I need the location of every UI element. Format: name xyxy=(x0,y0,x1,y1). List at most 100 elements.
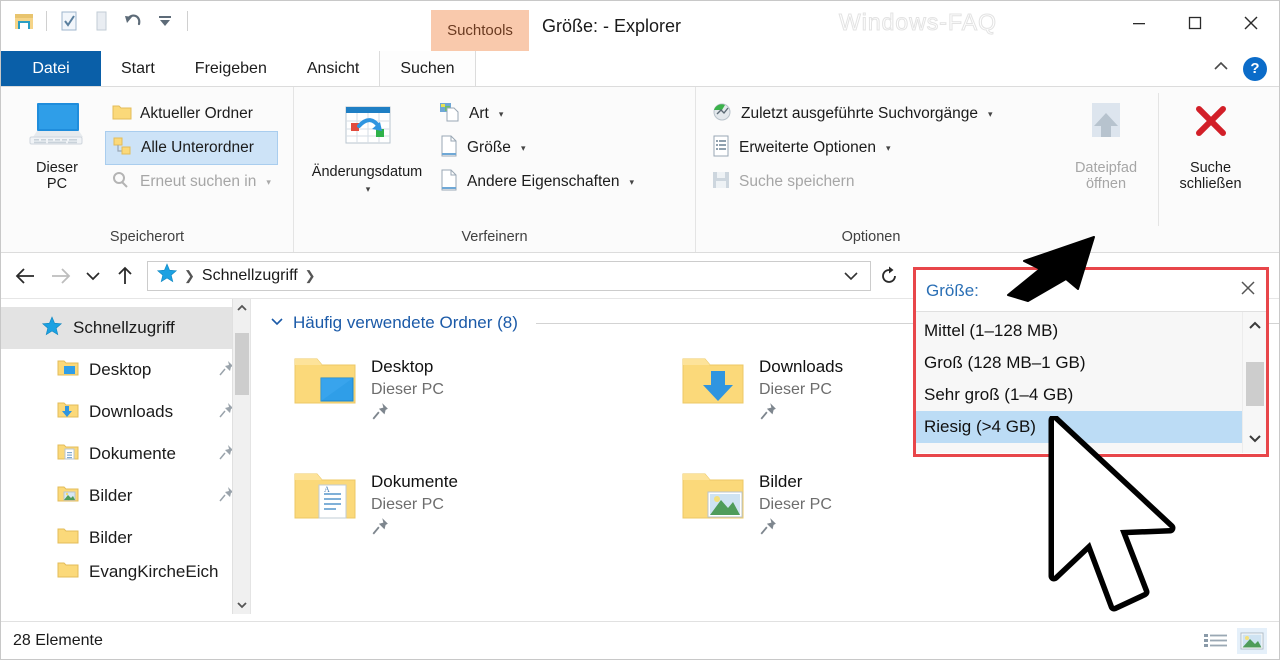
search-again-icon xyxy=(112,171,132,194)
erneut-suchen-in-button[interactable]: Erneut suchen in ▾ xyxy=(105,165,278,199)
breadcrumb-separator-0[interactable]: ❯ xyxy=(182,268,197,284)
aktueller-ordner-button[interactable]: Aktueller Ordner xyxy=(105,97,278,131)
tab-ansicht[interactable]: Ansicht xyxy=(287,51,379,86)
size-option-gross[interactable]: Groß (128 MB–1 GB) xyxy=(916,347,1242,379)
groesse-button[interactable]: Größe ▾ xyxy=(432,131,641,165)
sidebar-item-label: Bilder xyxy=(89,486,133,505)
size-option-label: Groß (128 MB–1 GB) xyxy=(924,353,1086,372)
scroll-down-icon[interactable] xyxy=(233,596,250,614)
scroll-down-icon[interactable] xyxy=(1243,425,1266,451)
zuletzt-ausgefuehrte-suchvorgaenge-button[interactable]: Zuletzt ausgeführte Suchvorgänge ▾ xyxy=(704,97,1054,131)
aenderungsdatum-button[interactable]: Änderungsdatum ▾ xyxy=(302,93,432,226)
sidebar-item-evangkircheeich[interactable]: EvangKircheEich xyxy=(1,559,250,585)
tab-suchen[interactable]: Suchen xyxy=(379,51,476,86)
quick-access-star-icon xyxy=(152,262,182,289)
properties-icon[interactable] xyxy=(56,8,82,34)
chevron-down-icon: ▾ xyxy=(886,142,891,153)
new-folder-icon[interactable] xyxy=(88,8,114,34)
zuletzt-ausgefuehrte-suchvorgaenge-label: Zuletzt ausgeführte Suchvorgänge xyxy=(741,105,978,122)
collapse-ribbon-icon[interactable] xyxy=(1211,59,1231,78)
scrollbar-thumb[interactable] xyxy=(235,333,249,395)
search-input[interactable]: Größe: xyxy=(916,270,1266,312)
sidebar-item-bilder[interactable]: Bilder xyxy=(1,475,250,517)
suche-schliessen-label-line1: Suche xyxy=(1189,159,1232,176)
breadcrumb-separator-1[interactable]: ❯ xyxy=(303,268,318,284)
up-button[interactable] xyxy=(107,259,143,293)
large-icons-view-icon[interactable] xyxy=(1237,627,1267,654)
tab-freigeben[interactable]: Freigeben xyxy=(175,51,287,86)
status-bar: 28 Elemente xyxy=(1,621,1279,659)
documents-folder-icon: A xyxy=(291,466,359,528)
help-label: ? xyxy=(1250,60,1260,77)
maximize-button[interactable] xyxy=(1167,1,1223,45)
sidebar-item-label: Downloads xyxy=(89,402,174,421)
alle-unterordner-button[interactable]: Alle Unterordner xyxy=(105,131,278,165)
ribbon-group-title-optionen: Optionen xyxy=(841,229,901,245)
minimize-button[interactable] xyxy=(1111,1,1167,45)
refresh-button[interactable] xyxy=(871,259,907,293)
pin-icon[interactable] xyxy=(371,517,458,540)
recent-locations-button[interactable] xyxy=(79,259,107,293)
size-option-sehr-gross[interactable]: Sehr groß (1–4 GB) xyxy=(916,379,1242,411)
close-icon[interactable] xyxy=(1240,280,1256,301)
scroll-up-icon[interactable] xyxy=(1243,312,1266,338)
downloads-folder-icon xyxy=(679,351,747,413)
size-option-riesig[interactable]: Riesig (>4 GB) xyxy=(916,411,1242,443)
pin-icon[interactable] xyxy=(371,402,444,425)
close-button[interactable] xyxy=(1223,1,1279,45)
desktop-folder-icon xyxy=(57,358,79,383)
tab-start[interactable]: Start xyxy=(101,51,175,86)
address-dropdown-icon[interactable] xyxy=(836,270,866,282)
erweiterte-optionen-label: Erweiterte Optionen xyxy=(739,139,876,156)
tab-datei[interactable]: Datei xyxy=(1,51,101,86)
pin-icon[interactable] xyxy=(759,517,832,540)
ribbon-group-verfeinern: Änderungsdatum ▾ Art ▾ Größe ▾ Andere Ei… xyxy=(293,87,695,252)
size-option-mittel[interactable]: Mittel (1–128 MB) xyxy=(916,315,1242,347)
erneut-suchen-in-label: Erneut suchen in xyxy=(140,173,257,190)
tile-desktop[interactable]: Desktop Dieser PC xyxy=(269,339,657,454)
tile-dokumente[interactable]: A Dokumente Dieser PC xyxy=(269,454,657,569)
art-button[interactable]: Art ▾ xyxy=(432,97,641,131)
folder-icon xyxy=(57,526,79,551)
help-icon[interactable]: ? xyxy=(1243,56,1267,81)
subfolders-icon xyxy=(113,137,133,160)
dateipfad-oeffnen-button[interactable]: Dateipfad öffnen xyxy=(1054,93,1158,226)
art-label: Art xyxy=(469,105,489,122)
save-folder-icon[interactable] xyxy=(11,8,37,34)
undo-icon[interactable] xyxy=(120,8,146,34)
sidebar-item-desktop[interactable]: Desktop xyxy=(1,349,250,391)
quick-access-toolbar xyxy=(1,1,197,37)
pictures-folder-icon xyxy=(57,484,79,509)
scroll-up-icon[interactable] xyxy=(233,299,250,317)
breadcrumb-schnellzugriff[interactable]: Schnellzugriff xyxy=(197,267,303,285)
sidebar-item-downloads[interactable]: Downloads xyxy=(1,391,250,433)
erweiterte-optionen-button[interactable]: Erweiterte Optionen ▾ xyxy=(704,131,1054,165)
size-options-scrollbar[interactable] xyxy=(1242,312,1266,453)
suche-speichern-button[interactable]: Suche speichern xyxy=(704,165,1054,199)
sidebar-item-dokumente[interactable]: Dokumente xyxy=(1,433,250,475)
dateipfad-oeffnen-label-line1: Dateipfad xyxy=(1074,159,1138,176)
sidebar-item-schnellzugriff[interactable]: Schnellzugriff xyxy=(1,307,250,349)
tile-subtitle: Dieser PC xyxy=(371,496,444,513)
details-view-icon[interactable] xyxy=(1201,628,1231,654)
tile-bilder[interactable]: Bilder Dieser PC xyxy=(657,454,1045,569)
chevron-down-icon: ▾ xyxy=(365,184,371,195)
this-pc-button[interactable]: Dieser PC xyxy=(9,93,105,226)
ribbon-body: Dieser PC Aktueller Ordner Alle Unterord… xyxy=(1,87,1279,253)
item-count-label: 28 Elemente xyxy=(13,631,103,649)
andere-eigenschaften-button[interactable]: Andere Eigenschaften ▾ xyxy=(432,165,641,199)
navigation-pane: Schnellzugriff Desktop Downloads Dokumen… xyxy=(1,299,251,614)
pin-icon[interactable] xyxy=(759,402,843,425)
forward-button[interactable] xyxy=(43,259,79,293)
tile-text: Downloads Dieser PC xyxy=(747,351,843,425)
navigation-pane-scrollbar[interactable] xyxy=(232,299,250,614)
chevron-down-icon[interactable] xyxy=(269,313,285,333)
documents-folder-icon xyxy=(57,442,79,467)
address-bar[interactable]: ❯ Schnellzugriff ❯ xyxy=(147,260,871,291)
suche-schliessen-button[interactable]: Suche schließen xyxy=(1158,93,1262,226)
customize-qat-icon[interactable] xyxy=(152,8,178,34)
back-button[interactable] xyxy=(7,259,43,293)
recent-searches-icon xyxy=(711,102,733,127)
sidebar-item-bilder-2[interactable]: Bilder xyxy=(1,517,250,559)
scrollbar-thumb[interactable] xyxy=(1246,362,1264,406)
